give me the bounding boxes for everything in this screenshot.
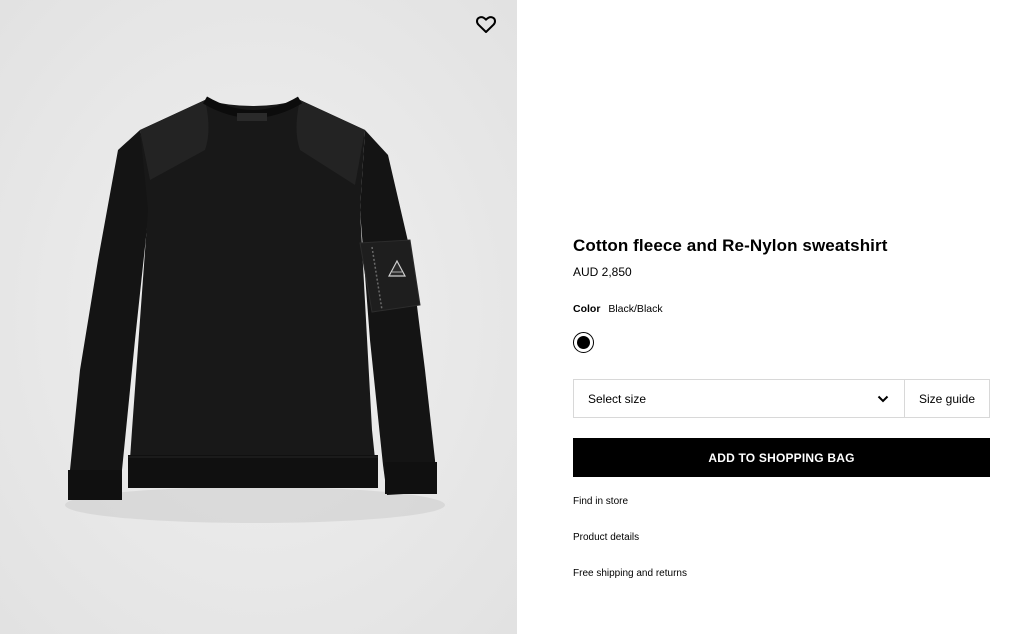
size-select-dropdown[interactable]: Select size [574, 380, 904, 417]
color-label: Color [573, 303, 601, 315]
size-select-label: Select size [588, 391, 647, 406]
color-swatch-black[interactable] [573, 332, 594, 353]
heart-icon [476, 16, 496, 33]
product-details-link[interactable]: Product details [573, 532, 639, 543]
chevron-down-icon [877, 395, 889, 402]
product-title: Cotton fleece and Re-Nylon sweatshirt [573, 236, 888, 255]
shipping-returns-link[interactable]: Free shipping and returns [573, 568, 687, 579]
add-to-bag-button[interactable]: ADD TO SHOPPING BAG [573, 438, 990, 477]
product-price: AUD 2,850 [573, 265, 632, 279]
product-image [0, 0, 517, 634]
swatch-dot [577, 336, 590, 349]
size-row: Select size Size guide [573, 379, 990, 418]
product-image-gallery[interactable] [0, 0, 517, 634]
add-to-bag-label: ADD TO SHOPPING BAG [708, 450, 855, 465]
size-guide-label: Size guide [918, 391, 976, 406]
color-row: Color Black/Black [573, 303, 663, 315]
wishlist-button[interactable] [474, 12, 498, 36]
product-page: Cotton fleece and Re-Nylon sweatshirt AU… [0, 0, 1024, 634]
size-guide-button[interactable]: Size guide [904, 380, 989, 417]
find-in-store-link[interactable]: Find in store [573, 496, 628, 507]
color-value: Black/Black [608, 303, 663, 315]
